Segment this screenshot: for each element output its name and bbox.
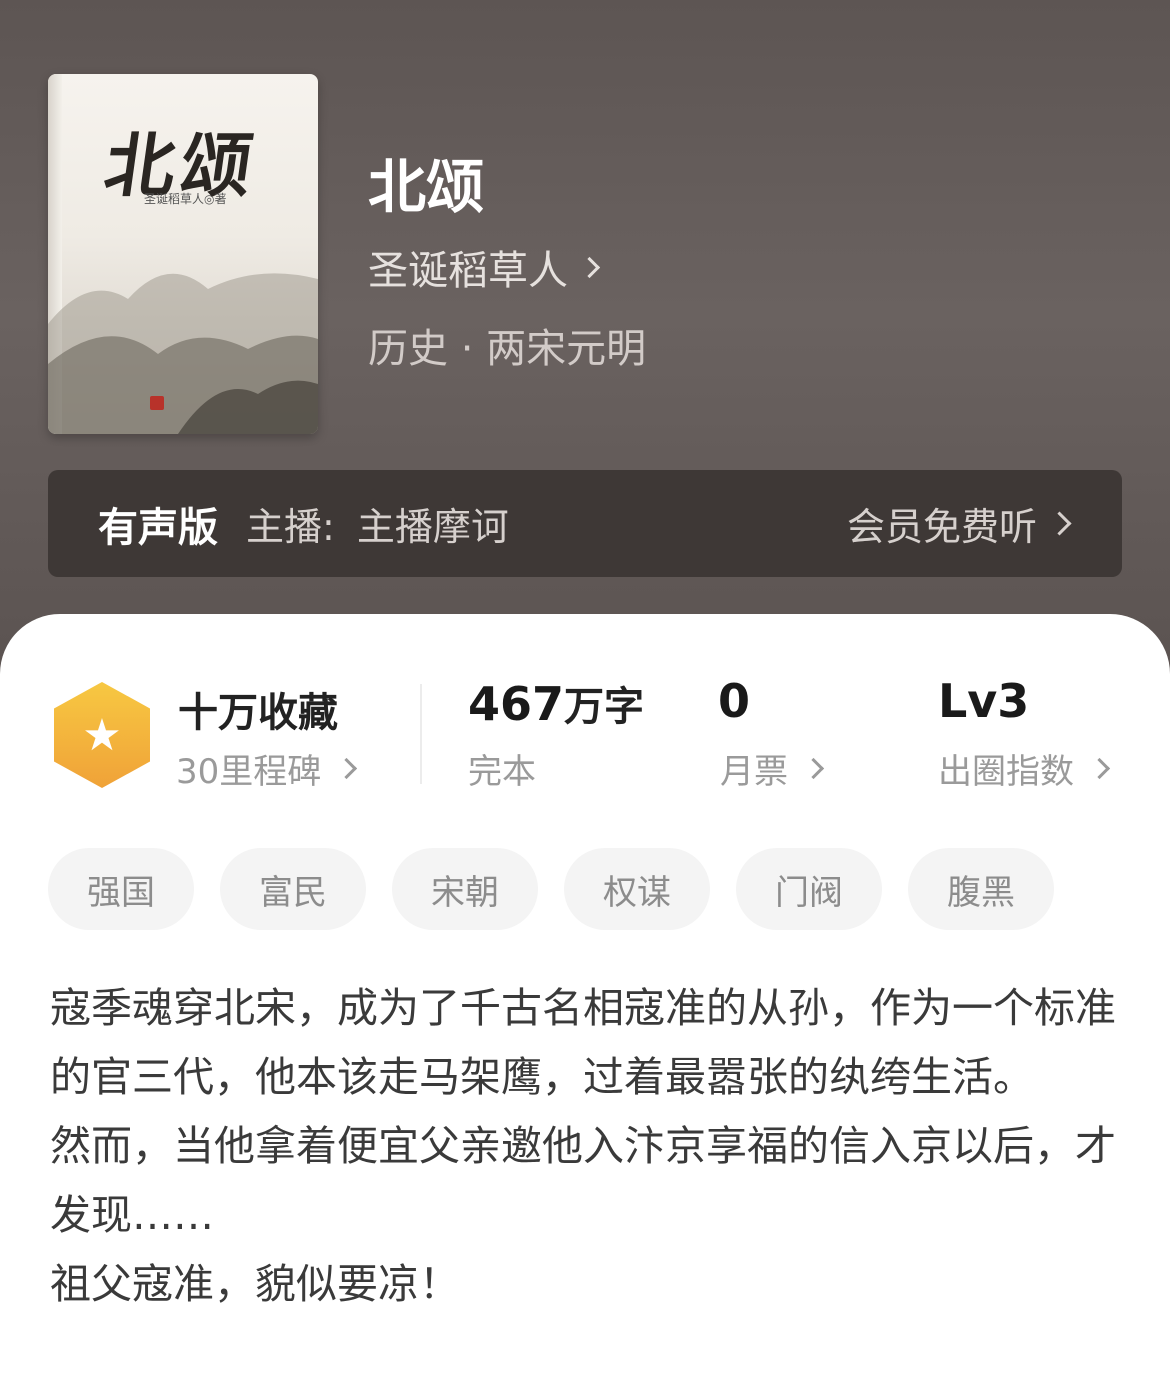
book-header: 北颂 圣诞稻草人◎著 北颂 圣诞稻草人 历史 · 两宋元明 有声版 主播: 主播…: [0, 0, 1170, 700]
tag-chip[interactable]: 宋朝: [392, 848, 538, 930]
milestone-label: 30里程碑: [176, 752, 322, 792]
monthly-tickets-label: 月票: [720, 752, 788, 792]
audio-host-prefix: 主播:: [246, 505, 335, 549]
star-icon: ★: [82, 709, 122, 761]
audio-host: 主播摩诃: [356, 505, 509, 549]
chevron-right-icon: [1088, 757, 1111, 780]
description-paragraph: 然而，当他拿着便宜父亲邀他入汴京享福的信入京以后，才发现……: [50, 1122, 1116, 1239]
tag-chip[interactable]: 权谋: [564, 848, 710, 930]
milestone-link[interactable]: 30里程碑: [176, 744, 358, 793]
popularity-level: Lv3: [938, 674, 1029, 728]
chevron-right-icon: [802, 757, 825, 780]
tag-chip[interactable]: 富民: [220, 848, 366, 930]
tag-chip[interactable]: 门阀: [736, 848, 882, 930]
audio-label: 有声版: [98, 504, 218, 551]
word-count-unit: 万字: [564, 684, 645, 730]
author-link[interactable]: 圣诞稻草人: [368, 238, 601, 296]
description-paragraph: 寇季魂穿北宋，成为了千古名相寇准的从孙，作为一个标准的官三代，他本该走马架鹰，过…: [50, 984, 1116, 1101]
popularity-index-label: 出圈指数: [938, 752, 1074, 792]
book-cover[interactable]: 北颂 圣诞稻草人◎著: [48, 74, 318, 434]
star-hexagon-icon: ★: [54, 682, 150, 788]
member-free-listen-link[interactable]: 会员免费听: [846, 470, 1072, 577]
stats-divider: [420, 684, 422, 784]
tag-chip[interactable]: 腹黑: [908, 848, 1054, 930]
book-description[interactable]: 寇季魂穿北宋，成为了千古名相寇准的从孙，作为一个标准的官三代，他本该走马架鹰，过…: [50, 974, 1122, 1319]
book-detail-card: ★ 十万收藏 30里程碑 467万字 完本 0 月票 Lv3 出圈指数 强国 富…: [0, 614, 1170, 1386]
popularity-index-link[interactable]: 出圈指数: [938, 744, 1111, 793]
popularity-level-number: Lv3: [938, 674, 1030, 728]
completion-status: 完本: [468, 752, 536, 792]
monthly-tickets-number: 0: [718, 674, 751, 728]
chevron-right-icon: [578, 256, 601, 278]
member-free-listen-label: 会员免费听: [846, 505, 1037, 549]
book-title: 北颂: [368, 153, 485, 221]
tag-list: 强国 富民 宋朝 权谋 门阀 腹黑: [48, 848, 1054, 930]
stats-row: ★ 十万收藏 30里程碑 467万字 完本 0 月票 Lv3 出圈指数: [0, 674, 1170, 798]
monthly-tickets-link[interactable]: 月票: [720, 744, 825, 793]
collection-count: 十万收藏: [178, 690, 338, 736]
tag-chip[interactable]: 强国: [48, 848, 194, 930]
author-name: 圣诞稻草人: [368, 248, 568, 294]
cover-landscape: [48, 273, 318, 434]
chevron-right-icon: [336, 757, 358, 780]
audio-version-bar[interactable]: 有声版 主播: 主播摩诃 会员免费听: [48, 470, 1122, 577]
word-count-number: 467: [468, 677, 565, 731]
monthly-tickets-count: 0: [718, 674, 750, 728]
cover-seal: [150, 396, 164, 410]
word-count: 467万字: [468, 674, 644, 732]
book-genre: 历史 · 两宋元明: [368, 326, 647, 372]
description-paragraph: 祖父寇准，貌似要凉！: [50, 1260, 460, 1308]
chevron-right-icon: [1047, 511, 1072, 536]
